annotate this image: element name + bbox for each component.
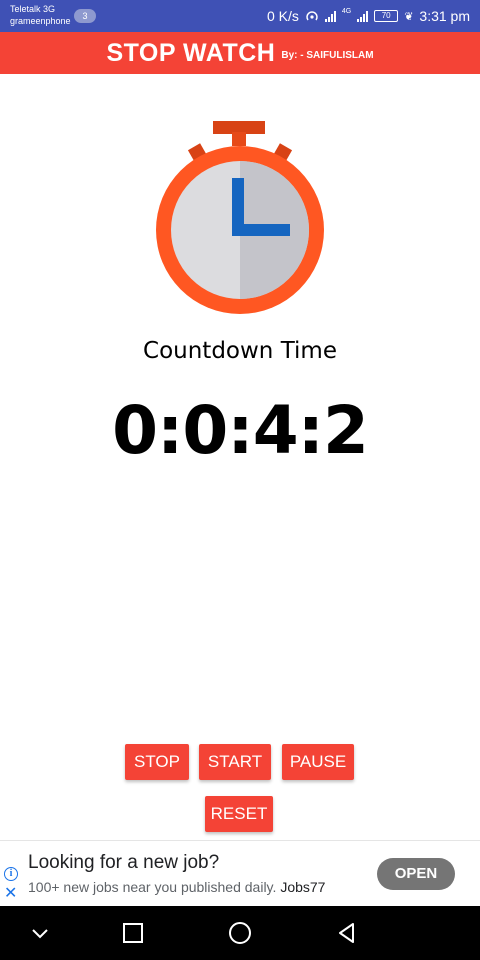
notification-badge: 3 <box>74 9 96 23</box>
stopwatch-icon <box>156 121 324 314</box>
chevron-down-icon[interactable] <box>28 921 52 945</box>
ad-brand: Jobs77 <box>280 879 326 895</box>
nav-bar <box>0 906 480 960</box>
app-bar: STOP WATCH By: - SAIFULISLAM <box>0 32 480 74</box>
ad-open-button[interactable]: OPEN <box>377 858 455 890</box>
clock: 3:31 pm <box>419 8 470 24</box>
net-type: 4G <box>341 7 352 15</box>
battery-icon: 70 <box>374 10 399 22</box>
countdown-label: Countdown Time <box>143 338 337 364</box>
ad-body-text: 100+ new jobs near you published daily. <box>28 879 277 895</box>
net-speed: 0 K/s <box>266 8 299 24</box>
square-icon[interactable] <box>121 921 145 945</box>
carrier-info: Teletalk 3G grameenphone <box>10 3 71 27</box>
status-right: 0 K/s 4G 70 ❦ 3:31 pm <box>267 0 470 32</box>
app-title: STOP WATCH <box>106 38 276 67</box>
triangle-back-icon[interactable] <box>335 921 359 945</box>
leaf-icon: ❦ <box>404 10 414 23</box>
hotspot-icon <box>306 11 318 21</box>
signal-icon-2 <box>357 10 369 22</box>
ad-headline: Looking for a new job? <box>28 852 220 873</box>
pause-button[interactable]: PAUSE <box>282 744 354 780</box>
ad-body: 100+ new jobs near you published daily. … <box>28 879 325 895</box>
signal-icon <box>324 10 336 22</box>
status-bar: Teletalk 3G grameenphone 3 0 K/s 4G 70 ❦… <box>0 0 480 32</box>
countdown-time: 0:0:4:2 <box>112 392 369 469</box>
start-button[interactable]: START <box>199 744 271 780</box>
circle-icon[interactable] <box>228 921 252 945</box>
info-icon[interactable]: i <box>4 867 18 881</box>
carrier-2: grameenphone <box>10 16 71 26</box>
close-icon[interactable]: ✕ <box>4 885 17 901</box>
reset-button[interactable]: RESET <box>205 796 273 832</box>
ad-banner[interactable]: i ✕ Looking for a new job? 100+ new jobs… <box>0 840 480 906</box>
app-byline: By: - SAIFULISLAM <box>281 49 374 61</box>
carrier-1: Teletalk 3G <box>10 4 56 14</box>
stop-button[interactable]: STOP <box>125 744 189 780</box>
